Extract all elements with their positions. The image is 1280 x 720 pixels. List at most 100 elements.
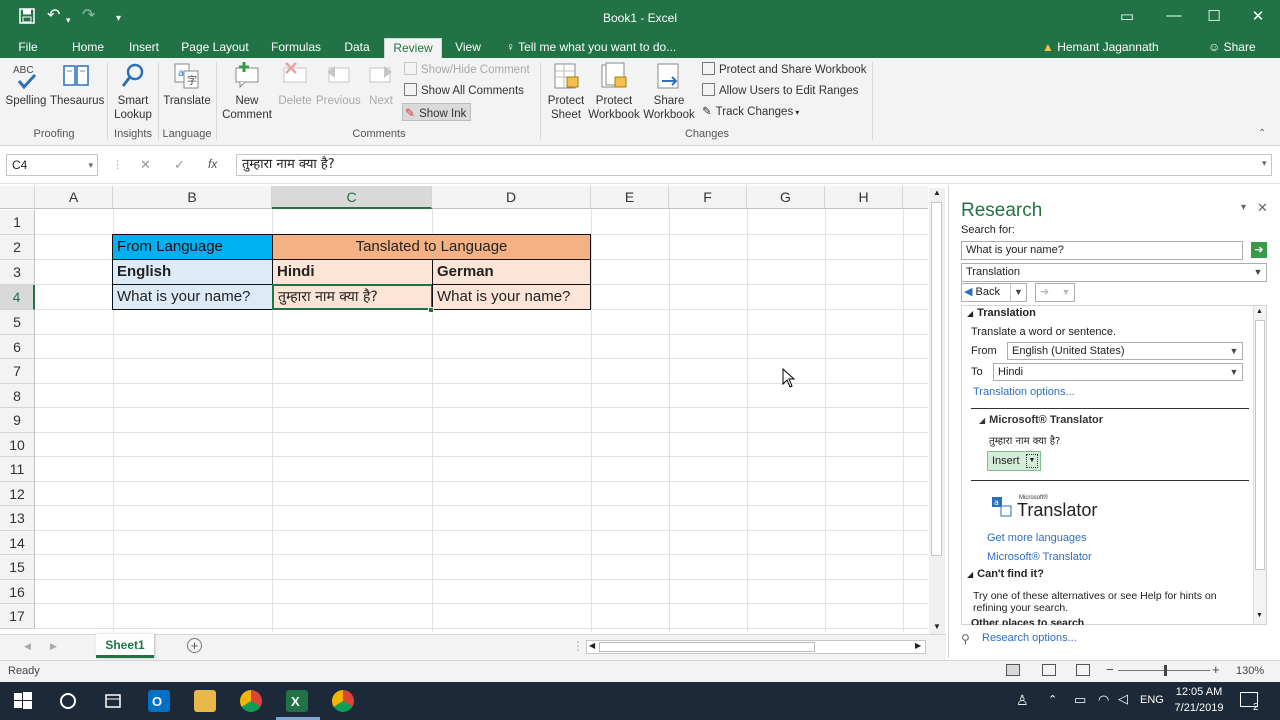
battery-icon[interactable]: ▭: [1074, 692, 1086, 708]
share-button[interactable]: ☺ Share: [1208, 38, 1262, 58]
scroll-right-icon[interactable]: ▶: [915, 641, 921, 650]
row-header-11[interactable]: 11: [0, 457, 35, 482]
protect-share-workbook-button[interactable]: Protect and Share Workbook: [702, 61, 866, 79]
volume-icon[interactable]: ◁: [1118, 691, 1128, 707]
page-layout-view-icon[interactable]: [1042, 664, 1056, 676]
collapse-ribbon-icon[interactable]: ⌃: [1258, 128, 1266, 139]
results-scrollbar[interactable]: ▲ ▼: [1253, 306, 1266, 624]
to-language-dropdown[interactable]: Hindi ▼: [993, 363, 1243, 381]
scroll-down-icon[interactable]: ▼: [933, 622, 941, 631]
excel-icon[interactable]: X: [286, 690, 308, 712]
cell-d4[interactable]: What is your name?: [432, 284, 591, 310]
scroll-up-icon[interactable]: ▲: [933, 188, 941, 197]
column-header-i[interactable]: [903, 186, 928, 209]
track-changes-button[interactable]: ✎ Track Changes ▾: [702, 103, 799, 121]
column-header-e[interactable]: E: [591, 186, 669, 209]
task-view-icon[interactable]: [102, 690, 124, 712]
smart-lookup-button[interactable]: Smart Lookup: [112, 61, 154, 122]
name-box[interactable]: C4 ▾: [6, 154, 98, 176]
expand-formula-icon[interactable]: ▾: [1262, 158, 1267, 169]
cell-b3[interactable]: English: [112, 259, 273, 285]
row-header-4[interactable]: 4: [0, 285, 35, 310]
protect-sheet-button[interactable]: Protect Sheet: [544, 61, 588, 122]
column-header-a[interactable]: A: [35, 186, 113, 209]
ms-translator-link[interactable]: Microsoft® Translator: [987, 551, 1092, 563]
column-header-d[interactable]: D: [432, 186, 591, 209]
language-indicator[interactable]: ENG: [1140, 694, 1164, 706]
ribbon-display-options-icon[interactable]: ▭: [1117, 7, 1137, 25]
tab-file[interactable]: File: [10, 38, 46, 58]
tray-chevron-icon[interactable]: ⌃: [1048, 693, 1057, 706]
translate-button[interactable]: a字 Translate: [162, 61, 212, 108]
chevron-down-icon[interactable]: ▼: [1026, 454, 1038, 468]
worksheet-grid[interactable]: A B C D E F G H 1 2 3 4 5 6 7 8 9 10 11 …: [0, 186, 928, 632]
enter-icon[interactable]: ✓: [174, 157, 185, 173]
column-header-h[interactable]: H: [825, 186, 903, 209]
tab-formulas[interactable]: Formulas: [266, 38, 326, 58]
pane-close-icon[interactable]: ✕: [1257, 200, 1268, 216]
tab-home[interactable]: Home: [66, 38, 110, 58]
ms-translator-header[interactable]: ◢ Microsoft® Translator: [979, 414, 1103, 426]
scroll-left-icon[interactable]: ◀: [589, 641, 595, 650]
cell-c2-merged[interactable]: Tanslated to Language: [272, 234, 591, 260]
fill-handle[interactable]: [428, 307, 434, 313]
wifi-icon[interactable]: ◠: [1098, 692, 1109, 708]
insert-button[interactable]: Insert ▼: [987, 451, 1041, 471]
tell-me-box[interactable]: ♀ Tell me what you want to do...: [506, 38, 678, 58]
forward-button[interactable]: ➜ ▼: [1035, 283, 1075, 302]
row-header-14[interactable]: 14: [0, 531, 35, 555]
search-go-button[interactable]: ➜: [1251, 242, 1267, 258]
previous-comment-button[interactable]: Previous: [316, 61, 361, 108]
scroll-up-icon[interactable]: ▲: [1256, 308, 1263, 315]
tab-review[interactable]: Review: [384, 38, 442, 58]
scroll-down-icon[interactable]: ▼: [1256, 612, 1263, 619]
row-header-16[interactable]: 16: [0, 580, 35, 604]
row-header-3[interactable]: 3: [0, 260, 35, 285]
normal-view-icon[interactable]: [1006, 664, 1020, 676]
maximize-icon[interactable]: ☐: [1204, 7, 1224, 25]
horizontal-scrollbar[interactable]: ◀ ▶: [586, 640, 926, 654]
zoom-in-icon[interactable]: +: [1212, 662, 1220, 677]
show-ink-button[interactable]: ✎ Show Ink: [402, 103, 472, 121]
next-comment-button[interactable]: Next: [362, 61, 400, 108]
tab-data[interactable]: Data: [339, 38, 375, 58]
column-header-f[interactable]: F: [669, 186, 747, 209]
back-button[interactable]: ◀ Back ▼: [961, 283, 1027, 302]
zoom-slider-thumb[interactable]: [1164, 665, 1167, 676]
thesaurus-button[interactable]: Thesaurus: [50, 61, 104, 108]
cell-c4-selected[interactable]: तुम्हारा नाम क्या है?: [272, 284, 433, 310]
row-header-9[interactable]: 9: [0, 408, 35, 433]
windows-start-icon[interactable]: [12, 690, 34, 712]
column-header-g[interactable]: G: [747, 186, 825, 209]
minimize-icon[interactable]: —: [1164, 7, 1184, 24]
new-comment-button[interactable]: New Comment: [220, 61, 274, 122]
from-language-dropdown[interactable]: English (United States) ▼: [1007, 342, 1243, 360]
zoom-out-icon[interactable]: −: [1106, 662, 1114, 677]
scroll-thumb[interactable]: [931, 202, 942, 556]
get-more-languages-link[interactable]: Get more languages: [987, 532, 1087, 544]
vertical-scrollbar[interactable]: ▲ ▼: [929, 188, 945, 634]
show-hide-comment-button[interactable]: Show/Hide Comment: [404, 61, 530, 79]
user-account[interactable]: ▲ Hemant Jagannath Khapre: [1042, 38, 1200, 72]
row-header-17[interactable]: 17: [0, 604, 35, 629]
tab-insert[interactable]: Insert: [124, 38, 164, 58]
row-header-13[interactable]: 13: [0, 506, 35, 531]
share-workbook-button[interactable]: Share Workbook: [642, 61, 696, 122]
row-header-15[interactable]: 15: [0, 555, 35, 580]
outlook-icon[interactable]: O: [148, 690, 170, 712]
show-all-comments-button[interactable]: Show All Comments: [404, 82, 524, 100]
service-dropdown[interactable]: Translation ▼: [961, 263, 1267, 282]
tab-view[interactable]: View: [450, 38, 486, 58]
insert-function-icon[interactable]: fx: [208, 157, 217, 171]
select-all-corner[interactable]: [0, 186, 35, 209]
search-input[interactable]: What is your name?: [961, 241, 1243, 260]
zoom-level[interactable]: 130%: [1236, 665, 1264, 677]
spelling-button[interactable]: ABC Spelling: [4, 61, 48, 108]
row-header-8[interactable]: 8: [0, 384, 35, 408]
protect-workbook-button[interactable]: Protect Workbook: [588, 61, 640, 122]
cell-d3[interactable]: German: [432, 259, 591, 285]
cell-c3[interactable]: Hindi: [272, 259, 433, 285]
close-icon[interactable]: ✕: [1248, 7, 1268, 25]
delete-comment-button[interactable]: Delete: [276, 61, 314, 108]
scroll-thumb[interactable]: [1255, 320, 1265, 570]
